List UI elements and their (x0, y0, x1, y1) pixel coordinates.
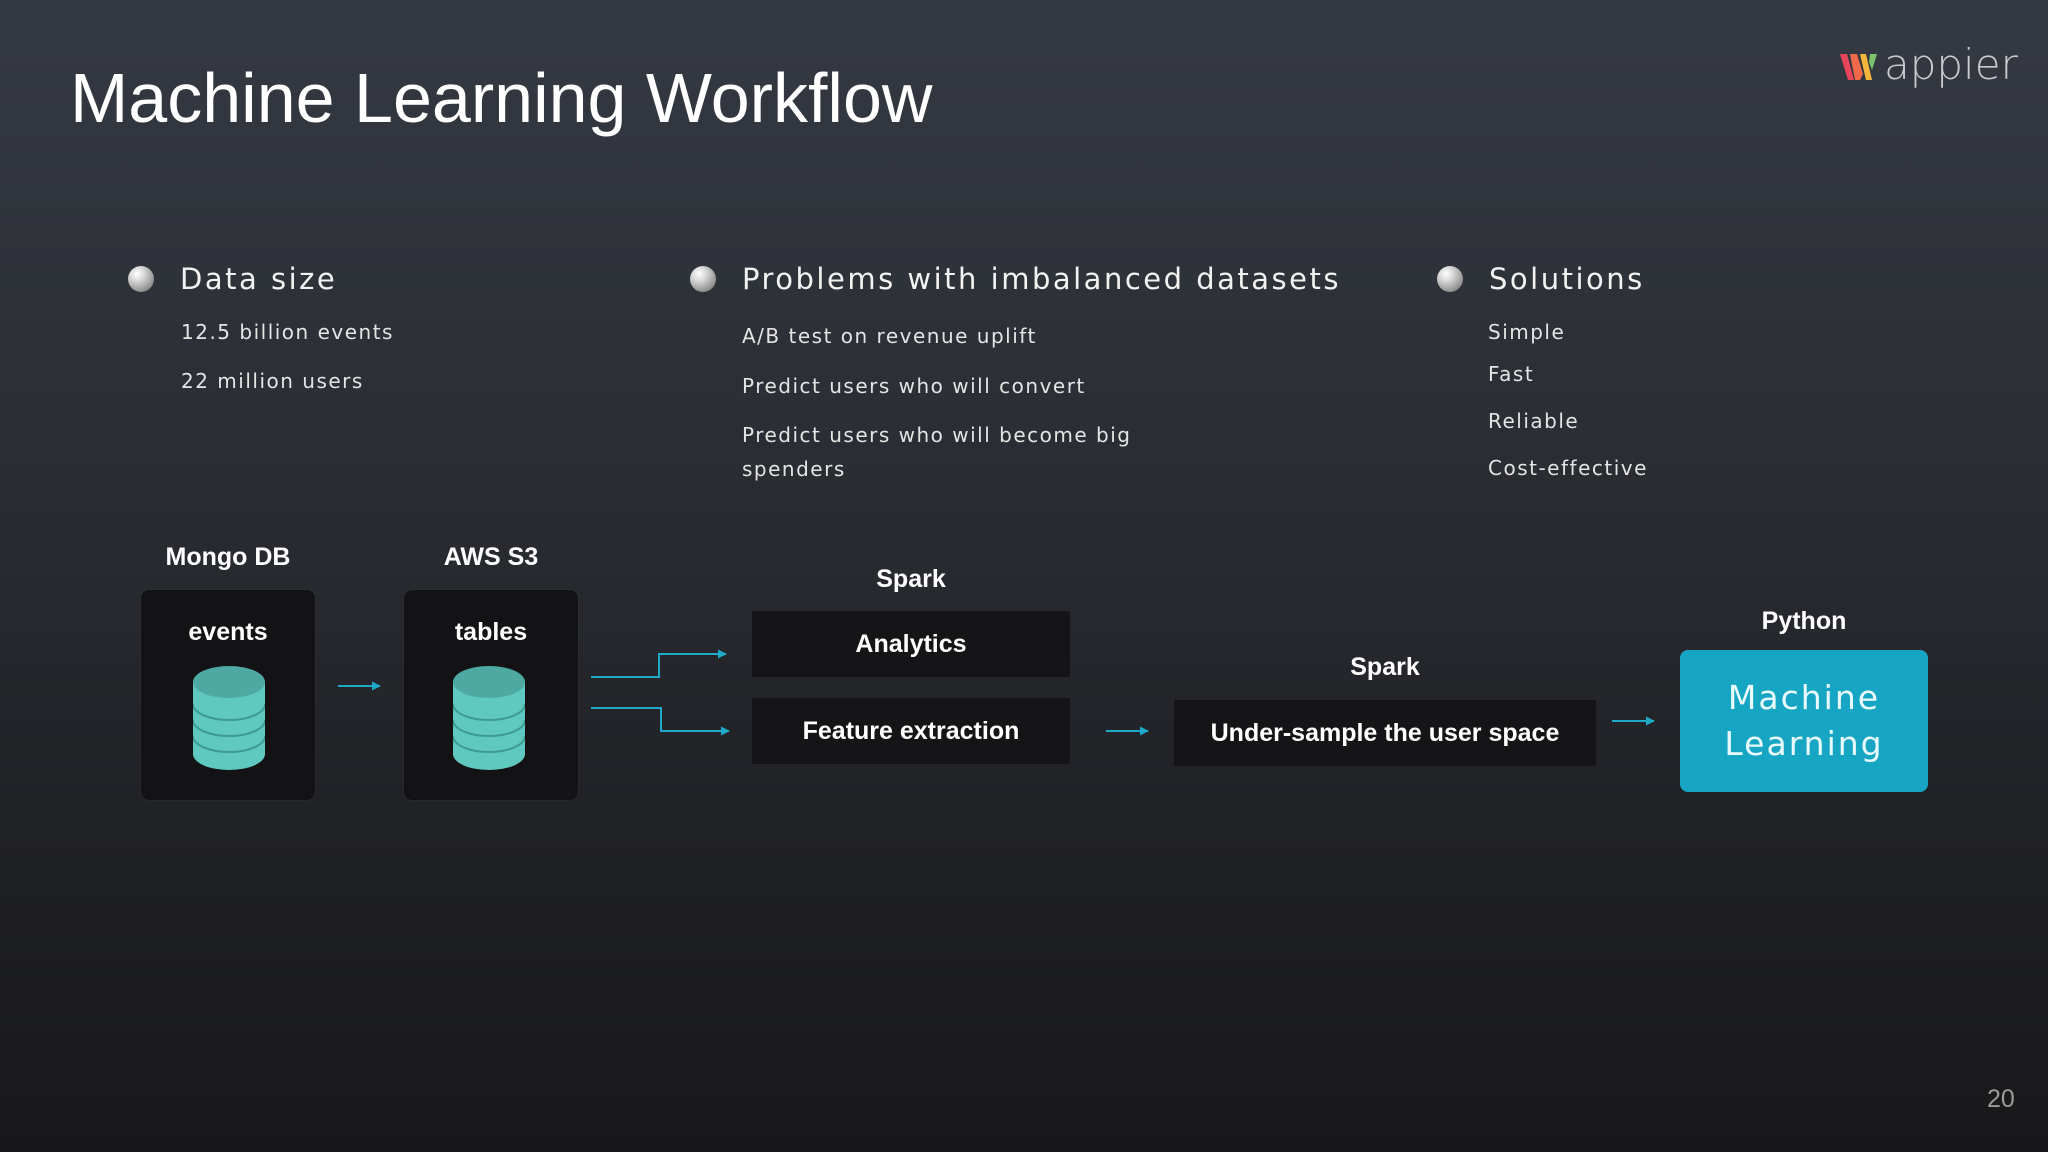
list-item: Predict users who will become big (742, 423, 1132, 447)
list-item: Predict users who will convert (742, 374, 1086, 398)
list-item: A/B test on revenue uplift (742, 324, 1037, 348)
column-problems: Problems with imbalanced datasets (690, 262, 1341, 296)
database-icon (453, 666, 525, 770)
list-item: Reliable (1488, 409, 1580, 433)
machine-learning-line2: Learning (1724, 724, 1884, 763)
spark-label: Spark (1350, 653, 1420, 681)
logo-text: appier (1884, 40, 2018, 89)
machine-learning-line1: Machine (1727, 678, 1881, 717)
machine-learning-box: Machine Learning (1680, 650, 1928, 792)
database-icon (193, 666, 265, 770)
list-item: spenders (742, 457, 846, 481)
aws-s3-box: tables (404, 590, 578, 800)
feature-extraction-box: Feature extraction (752, 698, 1070, 764)
events-label: events (188, 618, 268, 646)
list-item: Cost-effective (1488, 456, 1648, 480)
arrow-s3-to-analytics (591, 649, 727, 678)
column-heading: Solutions (1489, 262, 1645, 296)
tables-label: tables (454, 618, 528, 646)
spark-label: Spark (876, 565, 946, 593)
list-item: Fast (1488, 362, 1535, 386)
aws-s3-label: AWS S3 (443, 543, 539, 571)
mongo-db-box: events (141, 590, 315, 800)
page-title: Machine Learning Workflow (70, 59, 933, 137)
list-item: Simple (1488, 320, 1566, 344)
analytics-box: Analytics (752, 611, 1070, 677)
column-solutions: Solutions (1437, 262, 1645, 296)
column-data-size: Data size (128, 262, 337, 296)
appier-logo: appier (1838, 30, 2018, 86)
page-number: 20 (1987, 1085, 2015, 1113)
under-sample-box: Under-sample the user space (1174, 700, 1596, 766)
column-heading: Problems with imbalanced datasets (742, 262, 1341, 296)
python-label: Python (1761, 607, 1847, 635)
arrow-s3-to-feature (591, 707, 730, 736)
bullet-icon (1437, 266, 1463, 292)
column-heading: Data size (180, 262, 338, 296)
mongo-db-label: Mongo DB (165, 543, 291, 571)
list-item: 12.5 billion events (181, 320, 394, 344)
bullet-icon (690, 266, 716, 292)
bullet-icon (128, 266, 154, 292)
list-item: 22 million users (181, 369, 364, 393)
appier-logo-mark-icon (1840, 54, 1877, 80)
